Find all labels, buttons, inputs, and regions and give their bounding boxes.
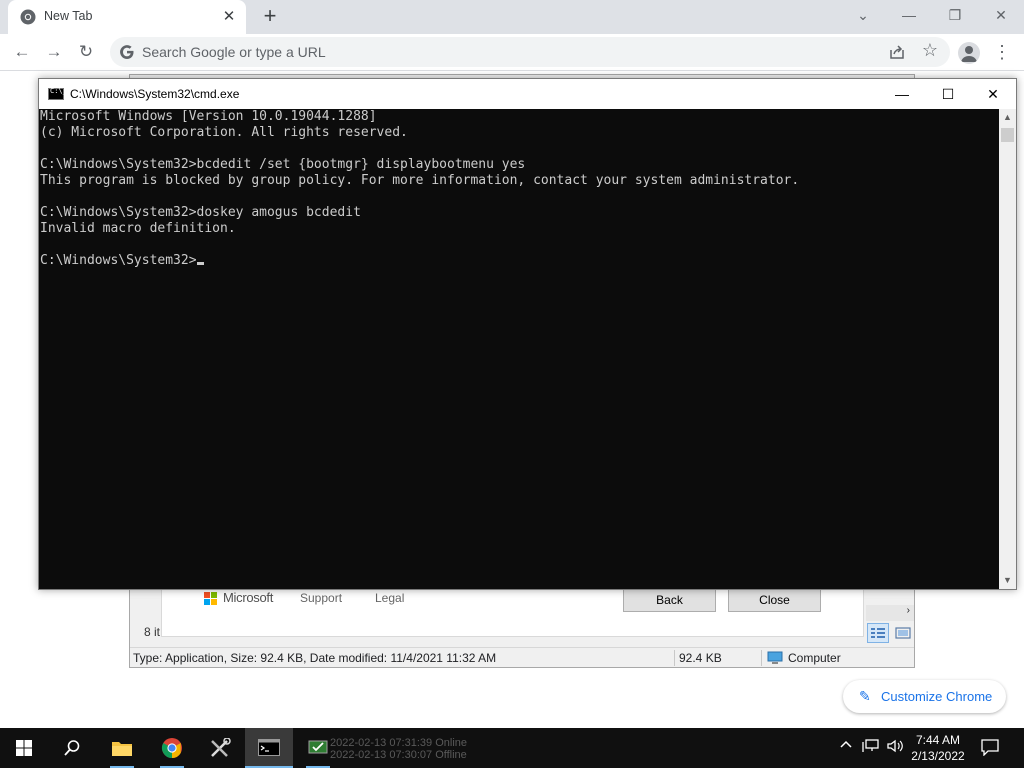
folder-icon <box>112 742 132 756</box>
windows-logo-icon <box>16 740 32 756</box>
taskbar-chrome[interactable] <box>148 728 196 768</box>
back-button[interactable]: Back <box>623 588 716 612</box>
monitor-check-icon <box>308 740 328 754</box>
scroll-thumb[interactable] <box>1001 128 1014 142</box>
console-line: C:\Windows\System32>doskey amogus bcdedi… <box>40 205 361 220</box>
profile-avatar-icon[interactable] <box>958 42 980 64</box>
taskbar-clock[interactable]: 7:44 AM 2/13/2022 <box>908 732 968 764</box>
chrome-close-button[interactable]: ✕ <box>978 0 1024 30</box>
chrome-toolbar: ← → ↻ Search Google or type a URL ☆ ⋮ <box>0 34 1024 71</box>
customize-chrome-button[interactable]: ✎ Customize Chrome <box>843 680 1006 713</box>
cmd-close-button[interactable]: ✕ <box>970 79 1016 109</box>
action-center-icon[interactable] <box>980 738 1000 757</box>
omnibox-placeholder: Search Google or type a URL <box>142 44 326 60</box>
cmd-window-title: C:\Windows\System32\cmd.exe <box>70 87 240 101</box>
status-location: Computer <box>788 651 841 665</box>
bookmark-star-icon[interactable]: ☆ <box>922 40 938 61</box>
reload-icon[interactable]: ↻ <box>74 40 98 64</box>
omnibox[interactable]: Search Google or type a URL ☆ <box>110 37 950 67</box>
taskbar-file-explorer[interactable] <box>98 728 146 768</box>
chrome-favicon-icon <box>20 9 36 25</box>
close-button[interactable]: Close <box>728 588 821 612</box>
legal-link[interactable]: Legal <box>375 591 404 605</box>
support-link[interactable]: Support <box>300 591 342 605</box>
scroll-up-arrow-icon[interactable]: ▲ <box>999 109 1016 126</box>
large-icons-view-icon[interactable] <box>892 623 914 643</box>
console-line: This program is blocked by group policy.… <box>40 173 800 188</box>
cmd-app-icon: C:\_ <box>48 87 67 100</box>
windows-taskbar: 2022-02-13 07:31:39 Online 2022-02-13 07… <box>0 728 1024 768</box>
chrome-menu-icon[interactable]: ⋮ <box>990 40 1014 64</box>
text-cursor <box>196 262 204 265</box>
terminal-icon <box>258 739 280 756</box>
chrome-restore-button[interactable]: ❐ <box>932 0 978 30</box>
explorer-status-bar: Type: Application, Size: 92.4 KB, Date m… <box>130 647 914 667</box>
scroll-down-arrow-icon[interactable]: ▼ <box>999 572 1016 589</box>
new-tab-button[interactable]: + <box>258 4 282 28</box>
google-g-icon <box>120 45 134 59</box>
taskbar-search-button[interactable] <box>48 728 96 768</box>
computer-icon <box>767 651 783 664</box>
taskbar-tools-app[interactable] <box>196 728 244 768</box>
microsoft-logo-icon <box>204 592 218 606</box>
console-line: (c) Microsoft Corporation. All rights re… <box>40 125 408 140</box>
console-line: Invalid macro definition. <box>40 221 236 236</box>
taskbar-status-log: 2022-02-13 07:31:39 Online 2022-02-13 07… <box>330 737 467 761</box>
forward-arrow-icon[interactable]: → <box>42 40 66 64</box>
details-view-icon[interactable] <box>867 623 889 643</box>
pencil-icon: ✎ <box>859 688 871 704</box>
console-prompt-line: C:\Windows\System32> <box>40 253 204 269</box>
taskbar-cmd[interactable] <box>245 728 293 768</box>
status-type-info: Type: Application, Size: 92.4 KB, Date m… <box>133 651 497 665</box>
chrome-tab-strip: New Tab ✕ + ⌄ — ❐ ✕ <box>0 0 1024 34</box>
network-icon[interactable] <box>862 738 880 757</box>
back-arrow-icon[interactable]: ← <box>10 40 34 64</box>
cmd-console-output[interactable]: Microsoft Windows [Version 10.0.19044.12… <box>39 109 999 589</box>
cmd-maximize-button[interactable]: ☐ <box>925 79 971 109</box>
cmd-minimize-button[interactable]: — <box>879 79 925 109</box>
chrome-icon <box>161 738 182 759</box>
cmd-window: C:\_ C:\Windows\System32\cmd.exe — ☐ ✕ M… <box>38 78 1017 590</box>
tab-search-dropdown-icon[interactable]: ⌄ <box>840 0 886 30</box>
console-line: Microsoft Windows [Version 10.0.19044.12… <box>40 109 377 124</box>
clock-time: 7:44 AM <box>915 733 961 747</box>
customize-chrome-label: Customize Chrome <box>881 689 993 704</box>
items-count: 8 it <box>144 625 161 639</box>
microsoft-brand-text: Microsoft <box>223 590 274 605</box>
start-button[interactable] <box>0 728 48 768</box>
status-size: 92.4 KB <box>679 651 722 665</box>
console-prompt: C:\Windows\System32> <box>40 253 197 268</box>
tab-close-icon[interactable]: ✕ <box>220 8 238 26</box>
tab-title: New Tab <box>44 9 93 23</box>
cmd-vertical-scrollbar[interactable]: ▲ ▼ <box>999 109 1016 589</box>
tray-overflow-chevron-icon[interactable] <box>840 737 852 753</box>
horizontal-scroll-right-icon[interactable]: › <box>866 605 914 621</box>
share-icon[interactable] <box>888 43 906 61</box>
console-line: C:\Windows\System32>bcdedit /set {bootmg… <box>40 157 526 172</box>
cmd-titlebar[interactable]: C:\_ C:\Windows\System32\cmd.exe — ☐ ✕ <box>39 79 1016 109</box>
tab-new-tab[interactable]: New Tab ✕ <box>8 0 246 34</box>
chrome-minimize-button[interactable]: — <box>886 0 932 30</box>
clock-date: 2/13/2022 <box>911 749 965 763</box>
search-icon <box>64 740 80 756</box>
volume-icon[interactable] <box>886 738 904 757</box>
tools-icon <box>211 738 231 757</box>
